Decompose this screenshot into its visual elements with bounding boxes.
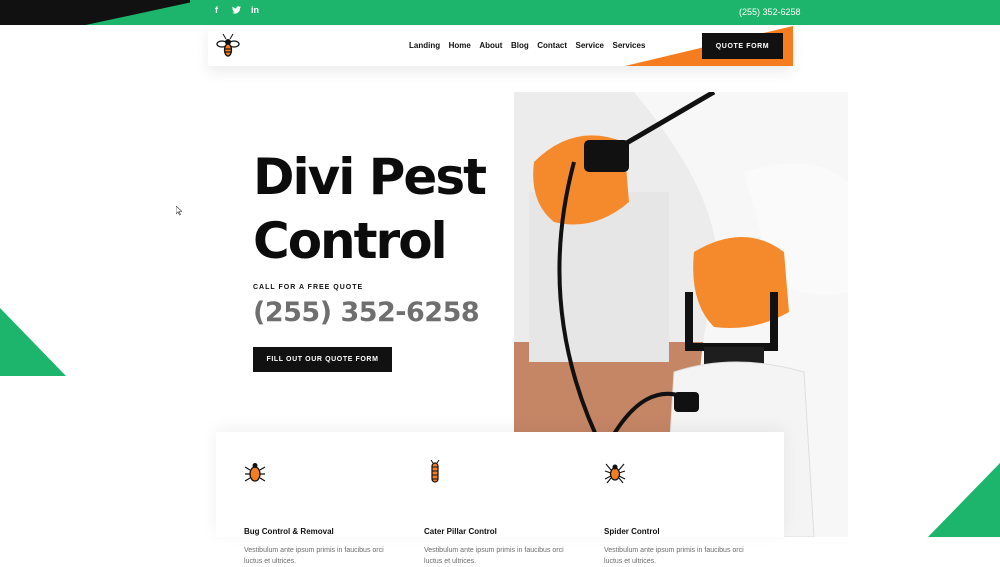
nav-item-about[interactable]: About bbox=[479, 41, 502, 50]
green-accent-right bbox=[928, 463, 1000, 537]
hero-title-line1: Divi Pest bbox=[253, 148, 487, 206]
nav-item-services[interactable]: Services bbox=[612, 41, 645, 50]
nav-menu: Landing Home About Blog Contact Service … bbox=[409, 41, 654, 50]
nav-item-home[interactable]: Home bbox=[449, 41, 471, 50]
service-title: Cater Pillar Control bbox=[424, 527, 497, 536]
spider-icon bbox=[604, 460, 626, 484]
quote-form-button[interactable]: QUOTE FORM bbox=[702, 33, 783, 59]
service-description: Vestibulum ante ipsum primis in faucibus… bbox=[604, 547, 744, 565]
hero-title: Divi Pest Control bbox=[253, 145, 513, 273]
hero-title-line2: Control bbox=[253, 212, 448, 270]
caterpillar-icon bbox=[424, 459, 446, 484]
nav-item-landing[interactable]: Landing bbox=[409, 41, 440, 50]
topbar-phone[interactable]: (255) 352-6258 bbox=[739, 7, 801, 17]
cta-label: CALL FOR A FREE QUOTE bbox=[253, 284, 364, 291]
service-description: Vestibulum ante ipsum primis in faucibus… bbox=[244, 547, 384, 565]
mouse-cursor-icon bbox=[175, 203, 183, 216]
services-card: Bug Control & Removal Vestibulum ante ip… bbox=[216, 432, 784, 565]
wasp-logo-icon[interactable] bbox=[216, 33, 240, 59]
twitter-icon[interactable] bbox=[232, 6, 241, 16]
bug-icon bbox=[244, 460, 266, 484]
fill-quote-form-button[interactable]: FILL OUT OUR QUOTE FORM bbox=[253, 347, 392, 372]
nav-item-contact[interactable]: Contact bbox=[537, 41, 567, 50]
facebook-icon[interactable]: f bbox=[215, 5, 218, 15]
service-title: Bug Control & Removal bbox=[244, 527, 334, 536]
service-description: Vestibulum ante ipsum primis in faucibus… bbox=[424, 547, 564, 565]
service-title: Spider Control bbox=[604, 527, 660, 536]
hero-phone[interactable]: (255) 352-6258 bbox=[253, 297, 480, 328]
nav-item-service[interactable]: Service bbox=[576, 41, 604, 50]
linkedin-icon[interactable]: in bbox=[251, 5, 259, 15]
green-accent-left bbox=[0, 308, 66, 376]
nav-item-blog[interactable]: Blog bbox=[511, 41, 529, 50]
